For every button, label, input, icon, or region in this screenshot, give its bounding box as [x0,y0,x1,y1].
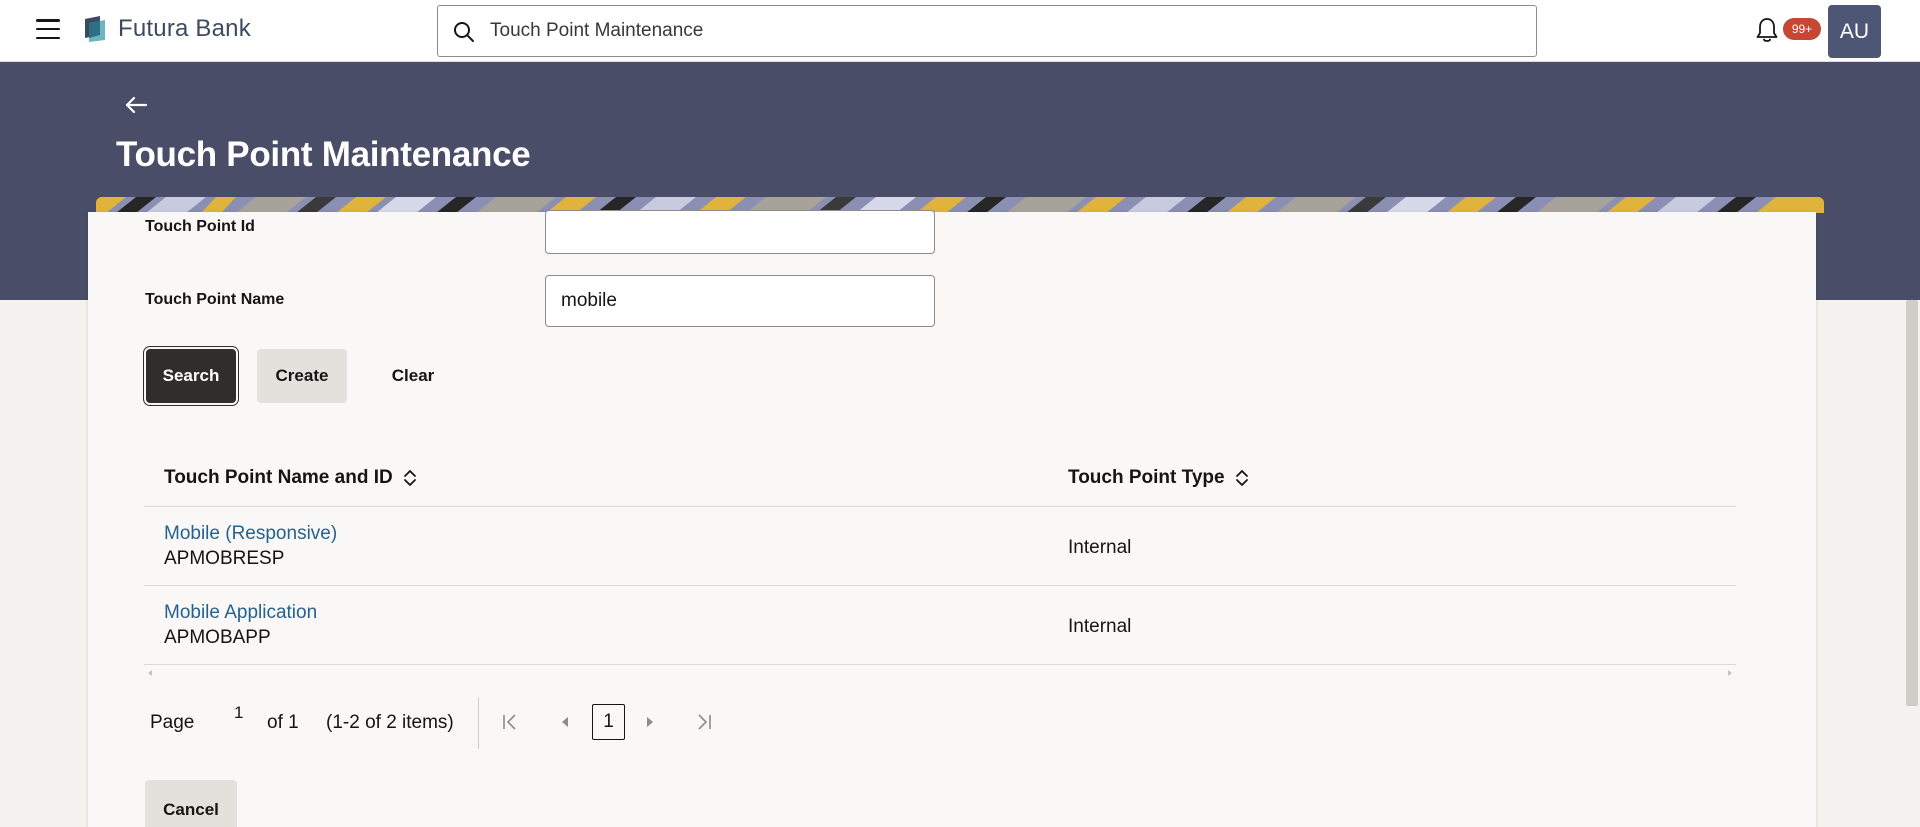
touch-point-name-label: Touch Point Name [145,291,285,308]
clear-button[interactable]: Clear [368,349,458,403]
next-page-icon[interactable] [639,711,661,733]
page-count: of 1 [267,712,299,733]
top-header: Futura Bank 99+ AU [0,0,1920,62]
touch-point-name-input[interactable] [545,275,935,327]
column-header-name[interactable]: Touch Point Name and ID [164,467,417,489]
touch-point-id: APMOBRESP [164,548,285,569]
bell-icon[interactable] [1754,16,1780,44]
column-header-type[interactable]: Touch Point Type [1068,467,1249,489]
sort-icon [403,470,416,486]
brand-name: Futura Bank [118,15,251,42]
touch-point-id-label: Touch Point Id [145,218,255,235]
last-page-icon[interactable] [692,711,714,733]
vertical-scrollbar[interactable] [1906,300,1918,706]
avatar[interactable]: AU [1828,5,1881,58]
search-icon [454,22,474,42]
decorative-pattern [96,197,1824,213]
search-input[interactable] [490,6,1520,56]
page-title: Touch Point Maintenance [116,135,531,174]
touch-point-name-link[interactable]: Mobile Application [164,602,317,624]
search-button[interactable]: Search [146,349,236,403]
table-row: Mobile (Responsive) APMOBRESP Internal [144,507,1736,586]
column-header-label: Touch Point Type [1068,467,1225,488]
horizontal-scrollbar[interactable] [144,667,1736,679]
column-header-label: Touch Point Name and ID [164,467,393,488]
back-arrow-icon[interactable] [124,94,148,116]
current-page-input[interactable]: 1 [234,703,243,723]
table-row: Mobile Application APMOBAPP Internal [144,586,1736,665]
touch-point-type: Internal [1068,537,1132,558]
pagination-divider [478,697,479,749]
page-label: Page [150,712,195,733]
logo-icon [85,16,105,42]
touch-point-id: APMOBAPP [164,627,271,648]
create-button[interactable]: Create [257,349,347,403]
page-button[interactable]: 1 [592,704,625,740]
notification-badge: 99+ [1783,18,1821,40]
brand-logo[interactable]: Futura Bank [82,15,251,43]
results-table: Touch Point Name and ID Touch Point Type… [144,447,1736,665]
hamburger-menu-icon[interactable] [36,19,60,39]
prev-page-icon[interactable] [554,711,576,733]
cancel-button[interactable]: Cancel [145,780,237,827]
pagination: Page 1 of 1 (1-2 of 2 items) 1 [150,697,850,749]
touch-point-type: Internal [1068,616,1132,637]
table-header: Touch Point Name and ID Touch Point Type [144,447,1736,507]
touch-point-id-input[interactable] [545,210,935,254]
search-card: Touch Point Id Touch Point Name Search C… [88,210,1816,827]
touch-point-name-link[interactable]: Mobile (Responsive) [164,523,337,545]
items-count: (1-2 of 2 items) [326,712,454,733]
first-page-icon[interactable] [500,711,522,733]
sort-icon [1235,470,1248,486]
global-search[interactable] [437,5,1537,57]
